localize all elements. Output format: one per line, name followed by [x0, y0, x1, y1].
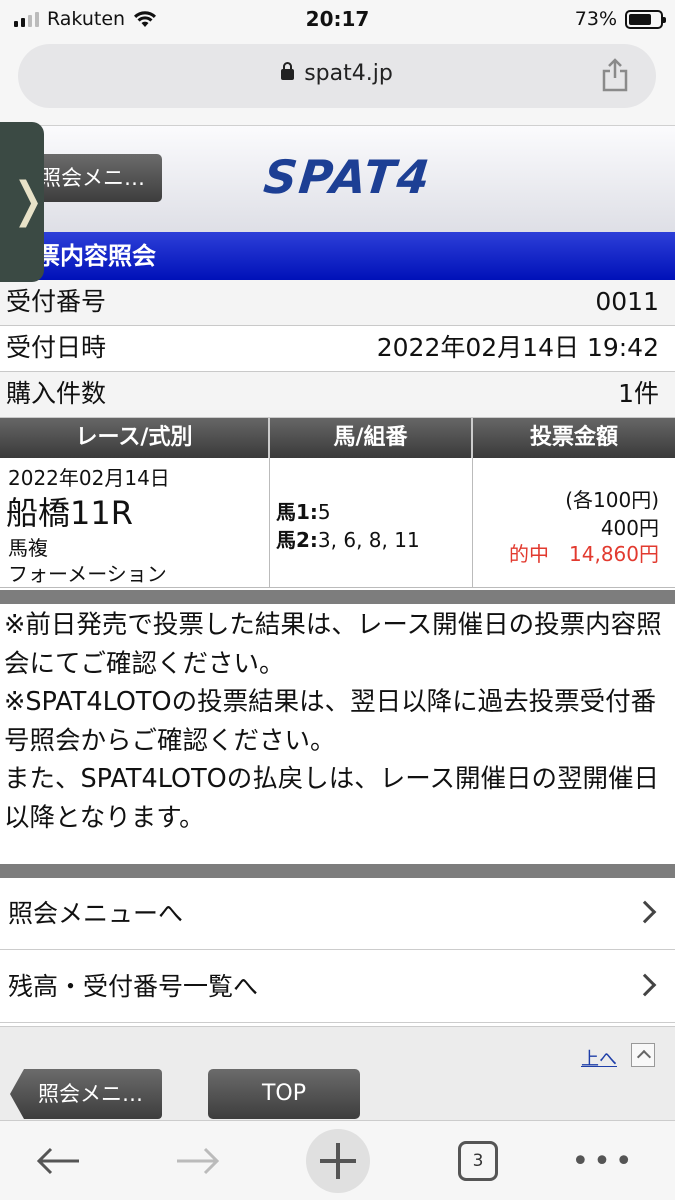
- battery-icon: [625, 9, 666, 29]
- site-header: 照会メニ… SPAT4: [0, 126, 675, 232]
- chevron-right-icon: ❭: [8, 172, 49, 228]
- unit-price: (各100円): [565, 488, 659, 512]
- payout-hit: 的中 14,860円: [509, 542, 659, 566]
- divider: [0, 590, 675, 604]
- top-button[interactable]: TOP: [208, 1069, 360, 1119]
- new-tab-button[interactable]: [306, 1129, 370, 1193]
- divider: [0, 864, 675, 878]
- more-icon[interactable]: •••: [571, 1135, 632, 1187]
- notes: ※前日発売で投票した結果は、レース開催日の投票内容照会にてご確認ください。 ※S…: [0, 606, 675, 837]
- url-text: spat4.jp: [304, 61, 393, 86]
- share-icon[interactable]: [600, 58, 630, 92]
- race-name: 船橋11R: [6, 494, 133, 532]
- scroll-up-icon[interactable]: [631, 1043, 655, 1067]
- note-3: また、SPAT4LOTOの払戻しは、レース開催日の翌開催日以降となります。: [4, 764, 659, 833]
- lock-icon: [281, 62, 295, 80]
- bet-method: フォーメーション: [8, 562, 167, 586]
- receipt-time-label: 受付日時: [6, 333, 107, 362]
- clock: 20:17: [305, 7, 370, 31]
- receipt-number-value: 0011: [595, 287, 659, 316]
- side-drawer-tab[interactable]: ❭: [0, 122, 48, 282]
- tabs-button[interactable]: 3: [450, 1135, 506, 1187]
- inquiry-menu-label: 照会メニューへ: [8, 899, 184, 928]
- horse1-label: 馬1:: [276, 500, 318, 524]
- receipt-number-row: 受付番号 0011: [0, 280, 675, 326]
- spat4-logo[interactable]: SPAT4: [261, 150, 434, 204]
- col-combination: 馬/組番: [270, 418, 473, 458]
- status-bar: Rakuten 20:17 73%: [0, 0, 675, 40]
- browser-toolbar: 3 •••: [0, 1120, 675, 1200]
- address-bar[interactable]: spat4.jp: [18, 44, 656, 108]
- back-icon[interactable]: [30, 1135, 86, 1187]
- forward-icon[interactable]: [170, 1135, 226, 1187]
- tab-count: 3: [458, 1141, 498, 1181]
- receipt-time-row: 受付日時 2022年02月14日 19:42: [0, 326, 675, 372]
- battery-percent: 73%: [574, 8, 617, 30]
- bet-amount: 400円: [600, 516, 659, 540]
- purchase-count-value: 1件: [618, 379, 659, 408]
- to-top-link[interactable]: 上へ: [581, 1045, 617, 1071]
- purchase-count-row: 購入件数 1件: [0, 372, 675, 418]
- horse1-value: 5: [317, 500, 331, 524]
- purchase-count-label: 購入件数: [6, 379, 107, 408]
- page-footer: 上へ 照会メニ… TOP: [0, 1026, 675, 1120]
- balance-list-link[interactable]: 残高・受付番号一覧へ: [0, 951, 675, 1023]
- page-title: 投票内容照会: [0, 232, 675, 280]
- col-amount: 投票金額: [529, 425, 618, 450]
- receipt-number-label: 受付番号: [6, 287, 107, 316]
- inquiry-menu-back-button[interactable]: 照会メニ…: [10, 1069, 162, 1119]
- col-race: レース/式別: [0, 418, 270, 458]
- horse2-value: 3, 6, 8, 11: [317, 528, 420, 552]
- horse2-label: 馬2:: [276, 528, 318, 552]
- bet-table-header: レース/式別 馬/組番 投票金額: [0, 418, 675, 458]
- browser-chrome: spat4.jp: [0, 40, 675, 126]
- balance-list-label: 残高・受付番号一覧へ: [8, 972, 259, 1001]
- race-date: 2022年02月14日: [8, 466, 170, 490]
- receipt-time-value: 2022年02月14日 19:42: [376, 333, 659, 362]
- inquiry-menu-link[interactable]: 照会メニューへ: [0, 878, 675, 950]
- table-row: 2022年02月14日 船橋11R 馬複 フォーメーション 馬1:5 馬2:3,…: [0, 458, 675, 588]
- note-1: ※前日発売で投票した結果は、レース開催日の投票内容照会にてご確認ください。: [4, 610, 662, 679]
- note-2: ※SPAT4LOTOの投票結果は、翌日以降に過去投票受付番号照会からご確認くださ…: [4, 687, 657, 756]
- chevron-right-icon: [633, 900, 657, 924]
- chevron-right-icon: [633, 973, 657, 997]
- bet-type: 馬複: [8, 536, 48, 560]
